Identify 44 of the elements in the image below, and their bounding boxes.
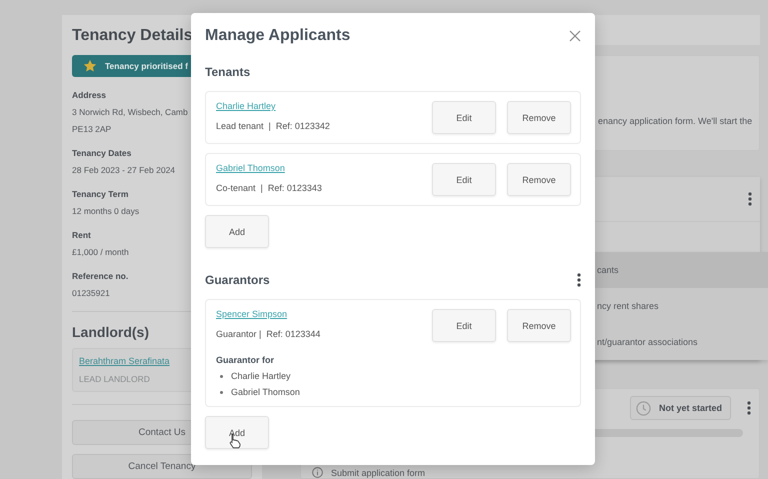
star-icon: [83, 59, 97, 74]
add-button[interactable]: Add: [205, 416, 269, 449]
field-value: 3 Norwich Rd, Wisbech, Camb: [72, 107, 188, 118]
add-button[interactable]: Add: [205, 215, 269, 248]
bullet-icon: [220, 390, 223, 394]
field-value: 28 Feb 2023 - 27 Feb 2024: [72, 165, 176, 176]
more-icon[interactable]: [748, 192, 752, 206]
bullet-icon: [220, 374, 223, 378]
clock-icon: [636, 400, 651, 416]
field-label: Address: [72, 90, 106, 100]
section-title: Tenants: [205, 65, 250, 79]
field-value: 12 months 0 days: [72, 206, 140, 216]
remove-button[interactable]: Remove: [507, 309, 571, 342]
landlord-role: LEAD LANDLORD: [79, 374, 150, 384]
field-label: Rent: [72, 230, 91, 240]
field-label: Tenancy Term: [72, 189, 128, 200]
more-icon[interactable]: [577, 273, 581, 287]
section-title: Landlord(s): [72, 324, 149, 340]
remove-button[interactable]: Remove: [507, 163, 571, 196]
guarantee-item: Gabriel Thomson: [231, 387, 300, 397]
guarantor-for-label: Guarantor for: [216, 355, 274, 365]
applicant-detail: Lead tenant | Ref: 0123342: [216, 121, 330, 131]
close-icon[interactable]: [569, 30, 581, 42]
info-icon: [312, 467, 323, 478]
field-label: Reference no.: [72, 271, 128, 282]
field-label: Tenancy Dates: [72, 148, 132, 158]
guarantee-item: Charlie Hartley: [231, 371, 291, 381]
remove-button[interactable]: Remove: [507, 101, 571, 134]
edit-button[interactable]: Edit: [432, 309, 496, 342]
more-icon[interactable]: [747, 401, 751, 415]
applicant-detail: Co-tenant | Ref: 0123343: [216, 183, 322, 193]
field-value: PE13 2AP: [72, 124, 112, 134]
field-value: 01235921: [72, 288, 110, 298]
field-value: £1,000 / month: [72, 247, 129, 258]
dialog-title: Manage Applicants: [205, 27, 350, 45]
edit-button[interactable]: Edit: [432, 101, 496, 134]
step-text: Submit application form: [331, 468, 426, 478]
notice-text: enancy application form. We'll start the: [598, 116, 752, 126]
banner-text: Tenancy prioritised f: [105, 61, 188, 72]
panel-title: Tenancy Details: [72, 27, 193, 45]
section-title: Guarantors: [205, 273, 270, 287]
status-button[interactable]: Not yet started: [630, 396, 731, 420]
applicant-detail: Guarantor | Ref: 0123344: [216, 329, 320, 339]
edit-button[interactable]: Edit: [432, 163, 496, 196]
